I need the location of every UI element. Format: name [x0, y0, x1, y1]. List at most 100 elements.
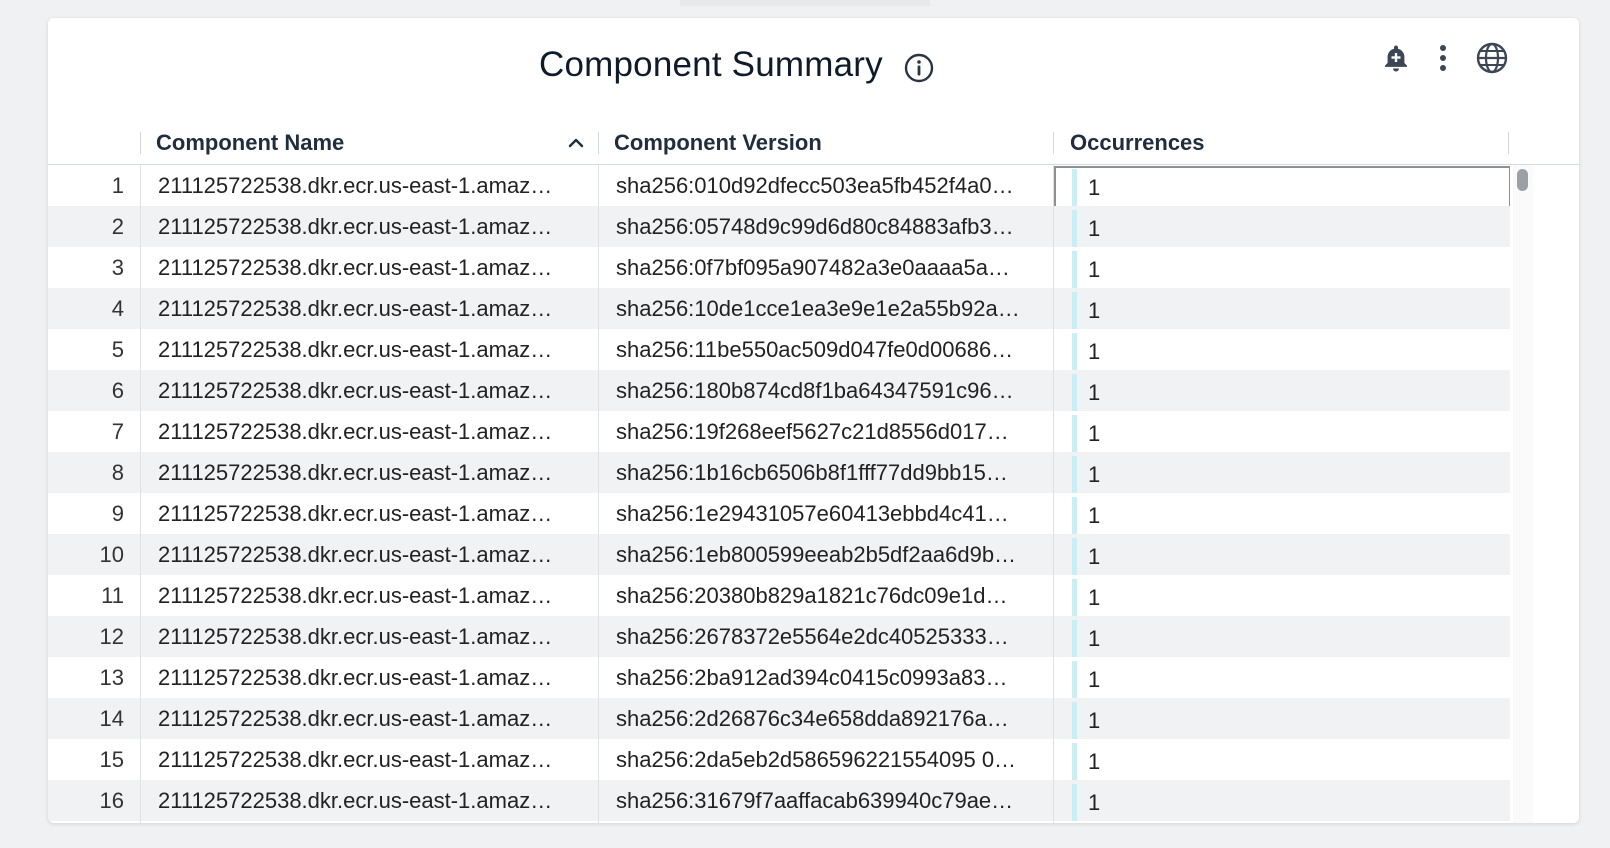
component-version-cell[interactable]: sha256:2d26876c34e658dda892176a… — [616, 698, 1036, 739]
top-shadow — [680, 0, 930, 6]
table-row[interactable]: 7 211125722538.dkr.ecr.us-east-1.amaz… sha… — [48, 411, 1510, 452]
component-name-cell[interactable]: 211125722538.dkr.ecr.us-east-1.amaz… — [158, 452, 574, 493]
table-row[interactable]: 6 211125722538.dkr.ecr.us-east-1.amaz… sha… — [48, 370, 1510, 411]
occurrences-cell[interactable]: 1 — [1054, 165, 1509, 206]
occurrences-cell[interactable]: 1 — [1054, 370, 1509, 411]
occurrences-cell[interactable]: 1 — [1054, 739, 1509, 780]
component-name-cell[interactable]: 211125722538.dkr.ecr.us-east-1.amaz… — [158, 206, 574, 247]
row-number: 2 — [111, 214, 124, 239]
component-version-cell[interactable]: sha256:11be550ac509d047fe0d00686… — [616, 329, 1036, 370]
globe-icon[interactable] — [1474, 40, 1510, 76]
column-divider — [140, 165, 141, 823]
occurrences-cell[interactable]: 1 — [1054, 780, 1509, 821]
component-name-cell[interactable]: 211125722538.dkr.ecr.us-east-1.amaz… — [158, 247, 574, 288]
bell-plus-icon[interactable] — [1378, 40, 1414, 76]
component-name-cell[interactable]: 211125722538.dkr.ecr.us-east-1.amaz… — [158, 493, 574, 534]
row-number: 16 — [99, 788, 124, 813]
component-version-cell[interactable]: sha256:1b16cb6506b8f1fff77dd9bb15… — [616, 452, 1036, 493]
component-name-cell[interactable]: 211125722538.dkr.ecr.us-east-1.amaz… — [158, 534, 574, 575]
component-version-cell[interactable]: sha256:180b874cd8f1ba64347591c96… — [616, 370, 1036, 411]
table-row[interactable]: 8 211125722538.dkr.ecr.us-east-1.amaz… sha… — [48, 452, 1510, 493]
component-name-cell[interactable]: 211125722538.dkr.ecr.us-east-1.amaz… — [158, 165, 574, 206]
occurrences-cell[interactable]: 1 — [1054, 206, 1509, 247]
occurrences-cell[interactable]: 1 — [1054, 288, 1509, 329]
component-version-cell[interactable]: sha256:10de1cce1ea3e9e1e2a55b92a… — [616, 288, 1036, 329]
component-version-cell[interactable]: sha256:31679f7aaffacab639940c79ae… — [616, 780, 1036, 821]
component-name-cell[interactable]: 211125722538.dkr.ecr.us-east-1.amaz… — [158, 657, 574, 698]
component-version-cell[interactable]: sha256:0f7bf095a907482a3e0aaaa5a… — [616, 247, 1036, 288]
component-version-cell[interactable]: sha256:19f268eef5627c21d8556d017… — [616, 411, 1036, 452]
row-number: 5 — [111, 337, 124, 362]
component-name-cell[interactable]: 211125722538.dkr.ecr.us-east-1.amaz… — [158, 698, 574, 739]
occurrences-cell[interactable]: 1 — [1054, 698, 1509, 739]
table-row[interactable]: 11 211125722538.dkr.ecr.us-east-1.amaz… sh… — [48, 575, 1510, 616]
component-version-cell[interactable]: sha256:2da5eb2d586596221554095 0… — [616, 739, 1036, 780]
component-version-cell[interactable]: sha256:1e29431057e60413ebbd4c41… — [616, 493, 1036, 534]
component-version-cell[interactable]: sha256:2678372e5564e2dc40525333… — [616, 616, 1036, 657]
occurrences-cell[interactable]: 1 — [1054, 657, 1509, 698]
component-version-cell[interactable]: sha256:1eb800599eeab2b5df2aa6d9b… — [616, 534, 1036, 575]
table-row[interactable]: 3 211125722538.dkr.ecr.us-east-1.amaz… sha… — [48, 247, 1510, 288]
row-number: 6 — [111, 378, 124, 403]
header-separator — [1508, 132, 1509, 154]
occurrences-cell[interactable]: 1 — [1054, 329, 1509, 370]
component-name-cell[interactable]: 211125722538.dkr.ecr.us-east-1.amaz… — [158, 370, 574, 411]
occurrences-cell[interactable]: 1 — [1054, 452, 1509, 493]
occurrences-cell[interactable]: 1 — [1054, 616, 1509, 657]
row-number: 7 — [111, 419, 124, 444]
component-name-cell[interactable]: 211125722538.dkr.ecr.us-east-1.amaz… — [158, 616, 574, 657]
table-row[interactable]: 16 211125722538.dkr.ecr.us-east-1.amaz… sh… — [48, 780, 1510, 821]
component-name-cell[interactable]: 211125722538.dkr.ecr.us-east-1.amaz… — [158, 739, 574, 780]
component-version-cell[interactable]: sha256:2ba912ad394c0415c0993a83… — [616, 657, 1036, 698]
table-header: Component Name Component Version Occurre… — [48, 122, 1579, 165]
table-row[interactable]: 1 211125722538.dkr.ecr.us-east-1.amaz… sha… — [48, 165, 1510, 208]
component-name-cell[interactable]: 211125722538.dkr.ecr.us-east-1.amaz… — [158, 411, 574, 452]
component-table: Component Name Component Version Occurre… — [48, 122, 1579, 823]
component-version-cell[interactable]: sha256:20380b829a1821c76dc09e1d… — [616, 575, 1036, 616]
more-vertical-icon[interactable] — [1425, 40, 1461, 76]
row-number: 11 — [101, 583, 124, 608]
component-name-cell[interactable]: 211125722538.dkr.ecr.us-east-1.amaz… — [158, 575, 574, 616]
column-header-component-version[interactable]: Component Version — [614, 122, 822, 164]
component-name-cell[interactable]: 211125722538.dkr.ecr.us-east-1.amaz… — [158, 780, 574, 821]
row-number: 8 — [111, 460, 124, 485]
header-separator — [598, 132, 599, 154]
column-divider — [598, 165, 599, 823]
component-name-cell[interactable]: 211125722538.dkr.ecr.us-east-1.amaz… — [158, 329, 574, 370]
row-number: 1 — [111, 173, 124, 198]
panel-title: Component Summary — [539, 45, 883, 84]
occurrences-cell[interactable]: 1 — [1054, 534, 1509, 575]
occurrences-cell[interactable]: 1 — [1054, 411, 1509, 452]
table-row[interactable]: 12 211125722538.dkr.ecr.us-east-1.amaz… sh… — [48, 616, 1510, 657]
scrollbar-thumb[interactable] — [1517, 169, 1528, 191]
column-header-component-name[interactable]: Component Name — [156, 122, 344, 164]
table-row[interactable]: 14 211125722538.dkr.ecr.us-east-1.amaz… sh… — [48, 698, 1510, 739]
table-row[interactable]: 13 211125722538.dkr.ecr.us-east-1.amaz… sh… — [48, 657, 1510, 698]
header-separator — [140, 132, 141, 154]
component-name-cell[interactable]: 211125722538.dkr.ecr.us-east-1.amaz… — [158, 288, 574, 329]
table-row[interactable]: 15 211125722538.dkr.ecr.us-east-1.amaz… sh… — [48, 739, 1510, 780]
chevron-up-icon[interactable] — [566, 133, 586, 153]
row-number: 9 — [111, 501, 124, 526]
table-row[interactable]: 2 211125722538.dkr.ecr.us-east-1.amaz… sha… — [48, 206, 1510, 247]
component-version-cell[interactable]: sha256:05748d9c99d6d80c84883afb3… — [616, 206, 1036, 247]
info-circle-icon[interactable] — [903, 52, 935, 84]
occurrences-cell[interactable]: 1 — [1054, 493, 1509, 534]
vertical-scrollbar[interactable] — [1513, 165, 1533, 823]
occurrences-cell[interactable]: 1 — [1054, 575, 1509, 616]
table-body: 1 211125722538.dkr.ecr.us-east-1.amaz… sha… — [48, 165, 1510, 823]
component-version-cell[interactable]: sha256:010d92dfecc503ea5fb452f4a0… — [616, 165, 1036, 206]
occurrences-cell[interactable]: 1 — [1054, 247, 1509, 288]
row-number: 3 — [111, 255, 124, 280]
table-row[interactable]: 10 211125722538.dkr.ecr.us-east-1.amaz… sh… — [48, 534, 1510, 575]
table-row[interactable]: 5 211125722538.dkr.ecr.us-east-1.amaz… sha… — [48, 329, 1510, 370]
component-summary-panel: Component Summary Component Name Compone… — [48, 18, 1579, 823]
row-number: 10 — [99, 542, 124, 567]
row-number: 15 — [99, 747, 124, 772]
column-header-occurrences[interactable]: Occurrences — [1070, 122, 1205, 164]
panel-header: Component Summary — [48, 18, 1579, 106]
row-number: 13 — [99, 665, 124, 690]
table-row[interactable]: 4 211125722538.dkr.ecr.us-east-1.amaz… sha… — [48, 288, 1510, 329]
table-row[interactable]: 9 211125722538.dkr.ecr.us-east-1.amaz… sha… — [48, 493, 1510, 534]
row-number: 12 — [99, 624, 124, 649]
